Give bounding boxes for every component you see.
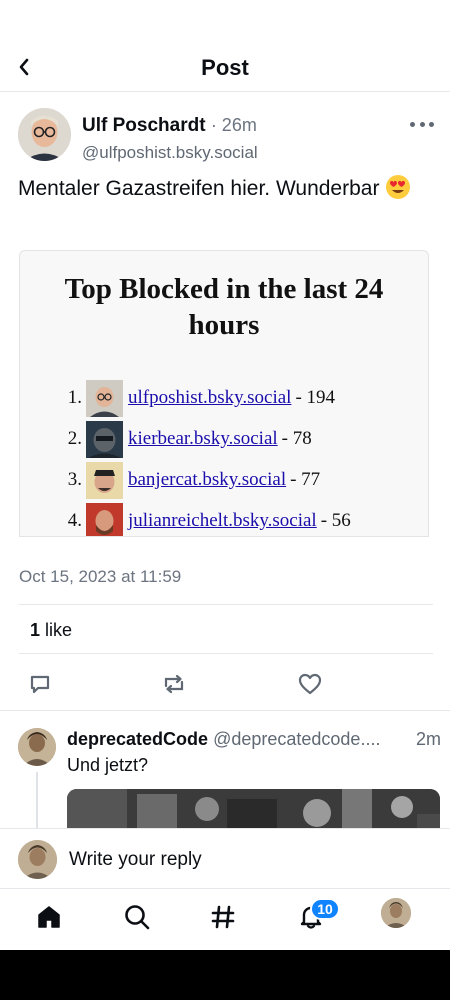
likes-label: like <box>40 620 73 640</box>
nav-feeds[interactable] <box>206 900 240 934</box>
repost-icon <box>164 674 184 694</box>
notification-badge: 10 <box>310 898 340 920</box>
post-text: Mentaler Gazastreifen hier. Wunderbar <box>18 177 380 200</box>
heart-eyes-emoji-icon <box>386 175 411 199</box>
feeds-hash-icon <box>211 905 235 929</box>
dot-icon <box>429 121 434 127</box>
user-link: kierbear.bsky.social <box>128 428 278 449</box>
search-icon <box>125 905 150 930</box>
block-count: - 78 <box>281 428 312 449</box>
author-name[interactable]: Ulf Poschardt <box>82 115 206 136</box>
page-title: Post <box>201 55 249 80</box>
block-count: - 56 <box>320 510 351 531</box>
rank: 2. <box>67 428 82 449</box>
likes-count: 1 <box>30 620 41 640</box>
author-avatar[interactable] <box>18 108 71 161</box>
likes-summary[interactable]: 1 like <box>30 620 72 641</box>
user-link: julianreichelt.bsky.social <box>128 510 317 531</box>
rank: 4. <box>67 510 82 531</box>
user-link: banjercat.bsky.social <box>128 469 287 490</box>
reply-author-handle[interactable]: @deprecatedcode.... <box>213 729 380 749</box>
reply-header[interactable]: deprecatedCode @deprecatedcode.... 2m <box>67 729 441 750</box>
divider <box>19 604 433 605</box>
user-thumbnail <box>86 502 123 536</box>
list-item: 1. ulfposhist.bsky.social - 194 <box>60 379 335 417</box>
nav-profile-avatar[interactable] <box>381 898 411 928</box>
block-count: - 77 <box>290 469 321 490</box>
heart-icon <box>298 673 322 695</box>
list-item: 4. julianreichelt.bsky.social - 56 <box>60 502 351 536</box>
user-link: ulfposhist.bsky.social <box>128 387 292 408</box>
thread-line <box>36 772 38 832</box>
list-item: 2. kierbear.bsky.social - 78 <box>60 420 312 458</box>
list-item: 3. banjercat.bsky.social - 77 <box>60 461 320 499</box>
rank: 1. <box>67 387 82 408</box>
user-thumbnail <box>86 420 123 458</box>
nav-home[interactable] <box>32 900 66 934</box>
divider <box>0 710 450 711</box>
author-name-line[interactable]: Ulf Poschardt · 26m <box>82 115 257 137</box>
home-icon <box>38 906 60 928</box>
embedded-image[interactable]: Top Blocked in the last 24 hours 1. ulfp… <box>19 250 429 537</box>
reply-time: 2m <box>411 729 441 750</box>
dot-icon <box>419 121 425 127</box>
like-button[interactable] <box>296 670 324 698</box>
user-thumbnail <box>86 379 123 417</box>
post-time: · 26m <box>210 115 257 135</box>
more-options-button[interactable] <box>410 116 434 132</box>
header: Post <box>0 42 450 92</box>
embed-title: Top Blocked in the last 24 hours <box>64 273 384 341</box>
reply-composer[interactable]: Write your reply <box>0 828 450 889</box>
post-text-block: Mentaler Gazastreifen hier. Wunderbar <box>18 174 418 204</box>
divider <box>19 653 433 654</box>
reply-avatar[interactable] <box>18 728 56 766</box>
dot-icon <box>410 121 415 127</box>
reply-icon <box>30 675 50 694</box>
block-count: - 194 <box>295 387 336 408</box>
my-avatar <box>18 840 57 879</box>
reply-author-name[interactable]: deprecatedCode <box>67 729 208 749</box>
nav-search[interactable] <box>120 900 154 934</box>
rank: 3. <box>67 469 82 490</box>
repost-button[interactable] <box>160 670 188 698</box>
user-thumbnail <box>86 461 123 499</box>
post-screen: Post Ulf Poschardt · 26m @ulfposhist.bsk… <box>0 0 450 950</box>
post-timestamp: Oct 15, 2023 at 11:59 <box>19 567 182 586</box>
reply-button[interactable] <box>26 670 54 698</box>
reply-text: Und jetzt? <box>67 755 149 775</box>
author-handle[interactable]: @ulfposhist.bsky.social <box>82 143 258 163</box>
reply-input-placeholder[interactable]: Write your reply <box>69 849 202 871</box>
